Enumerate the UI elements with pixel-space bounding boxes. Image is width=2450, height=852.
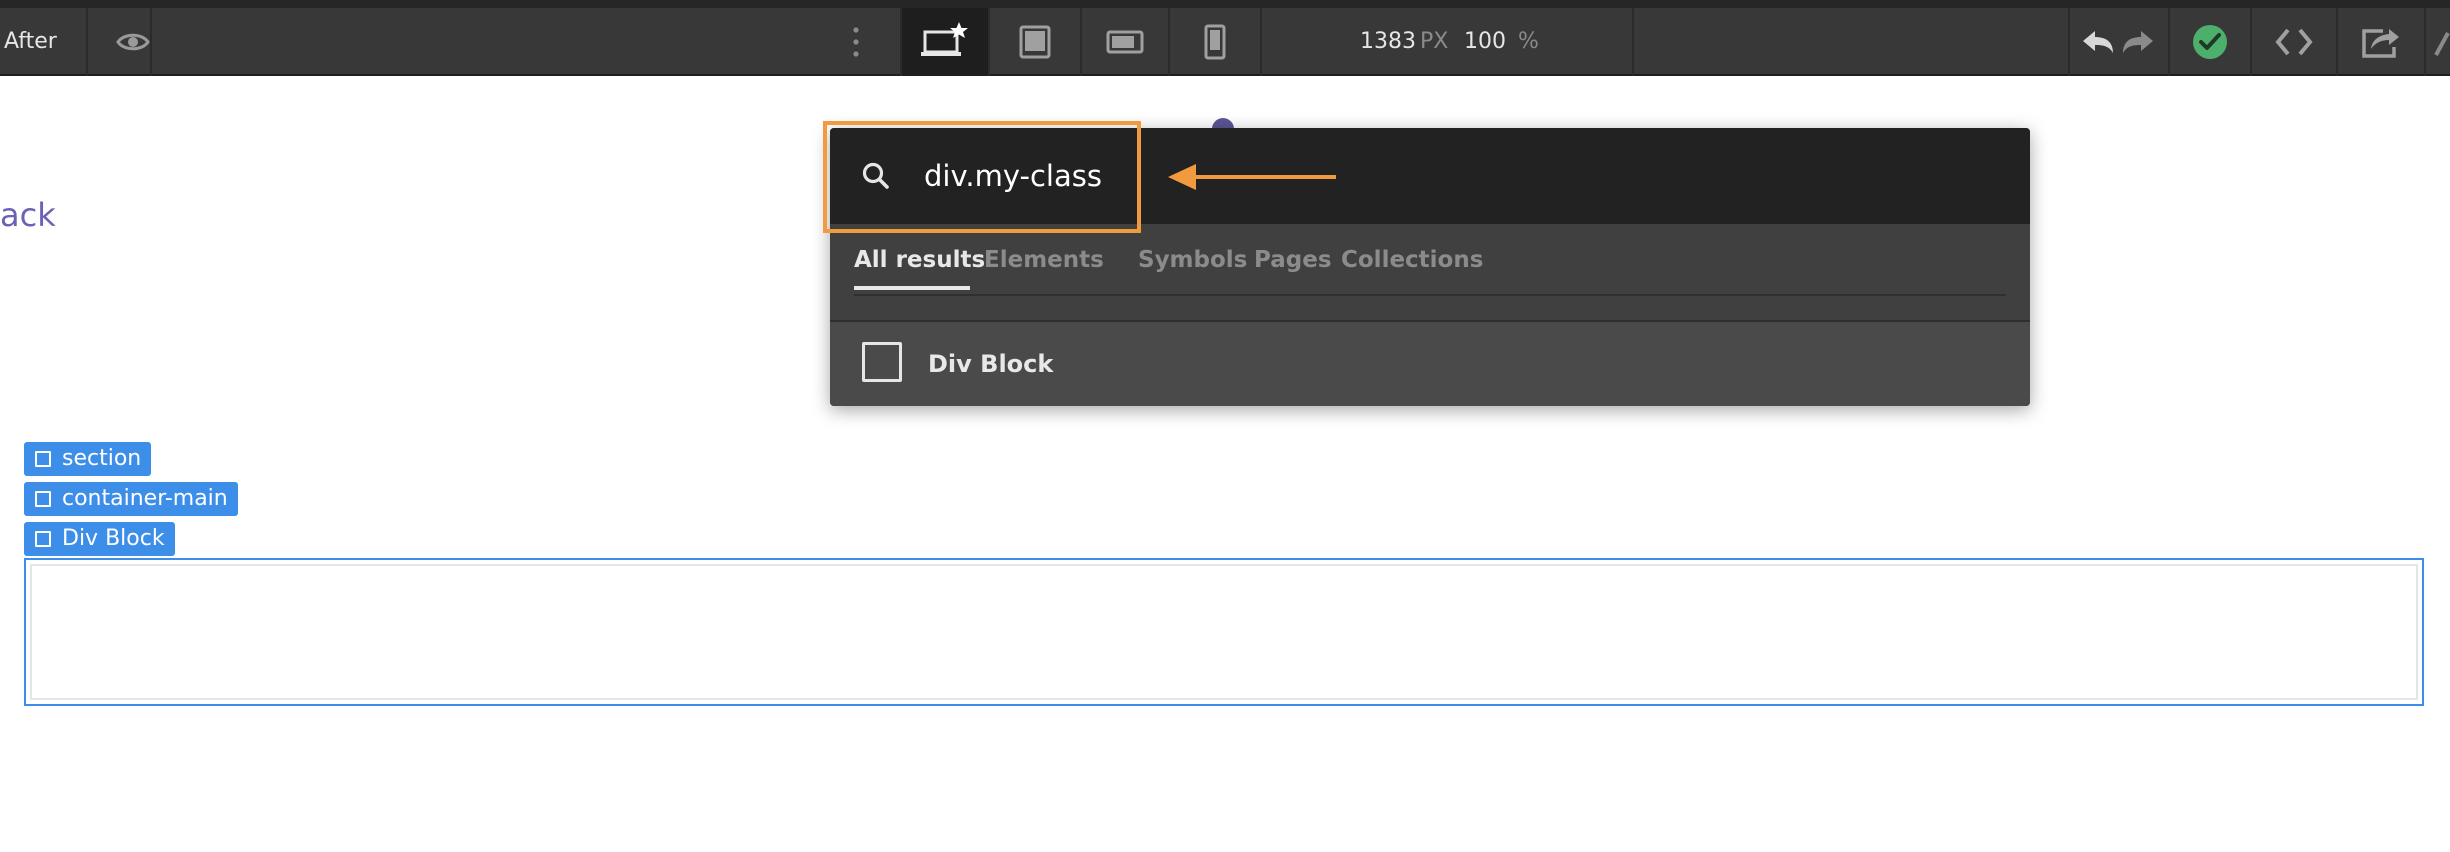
element-square-icon [35,531,51,547]
device-desktop-button[interactable] [902,8,988,76]
device-tablet-button[interactable] [990,8,1080,76]
toolbar-divider [1260,8,1262,76]
mobile-portrait-icon [1204,24,1226,60]
element-square-icon [35,451,51,467]
annotation-arrow-icon [1168,164,1336,190]
canvas-width-value[interactable]: 1383 [1360,8,1416,76]
breadcrumb-section[interactable]: section [24,442,152,476]
toolbar-divider [1632,8,1634,76]
canvas-link-text[interactable]: ack [0,196,56,234]
redo-icon [2123,31,2153,53]
device-mobile-portrait-button[interactable] [1170,8,1260,76]
tab-symbols[interactable]: Symbols [1138,224,1247,302]
tab-elements[interactable]: Elements [984,224,1104,302]
breadcrumb-div-block[interactable]: Div Block [24,522,175,556]
search-result-item[interactable]: Div Block [830,322,2030,406]
more-options-button[interactable] [836,8,876,76]
tab-collections[interactable]: Collections [1341,224,1483,302]
breadcrumb-label: section [62,446,142,471]
avatar-icon [2434,32,2450,56]
redo-button[interactable] [2116,8,2160,76]
code-brackets-icon [2275,28,2313,56]
undo-button[interactable] [2076,8,2120,76]
breadcrumb-label: container-main [62,486,228,511]
publish-status-button[interactable] [2170,8,2250,76]
search-result-label: Div Block [928,350,1054,378]
tab-all-results[interactable]: All results [854,224,985,302]
tabs-divider [854,294,2006,296]
zoom-value[interactable]: 100 [1464,8,1506,76]
div-block-icon [862,342,902,382]
tab-pages[interactable]: Pages [1254,224,1332,302]
top-toolbar: After 1383 PX 100 % [0,0,2450,76]
element-square-icon [35,491,51,507]
desktop-star-icon [921,22,968,56]
code-view-button[interactable] [2252,8,2336,76]
div-block-inner-outline [30,564,2418,700]
tablet-icon [1019,25,1051,59]
selected-div-block[interactable] [24,558,2424,706]
account-menu-button[interactable] [2426,8,2450,76]
active-tab-indicator [854,286,970,290]
annotation-highlight-box [823,121,1141,233]
undo-icon [2083,31,2113,53]
breadcrumb-label: Div Block [62,526,165,551]
breadcrumb-container-main[interactable]: container-main [24,482,238,516]
toolbar-divider [150,8,152,76]
canvas-width-unit: PX [1420,29,1449,54]
zoom-unit: % [1518,29,1539,54]
vertical-dots-icon [853,27,859,57]
export-button[interactable] [2338,8,2424,76]
eye-icon [116,33,150,51]
device-mobile-landscape-button[interactable] [1082,8,1168,76]
export-share-icon [2362,29,2399,58]
toolbar-divider [2068,8,2070,76]
mobile-landscape-icon [1106,30,1144,54]
preview-eye-button[interactable] [88,8,178,76]
after-label[interactable]: After [4,8,57,76]
check-circle-icon [2193,25,2227,59]
